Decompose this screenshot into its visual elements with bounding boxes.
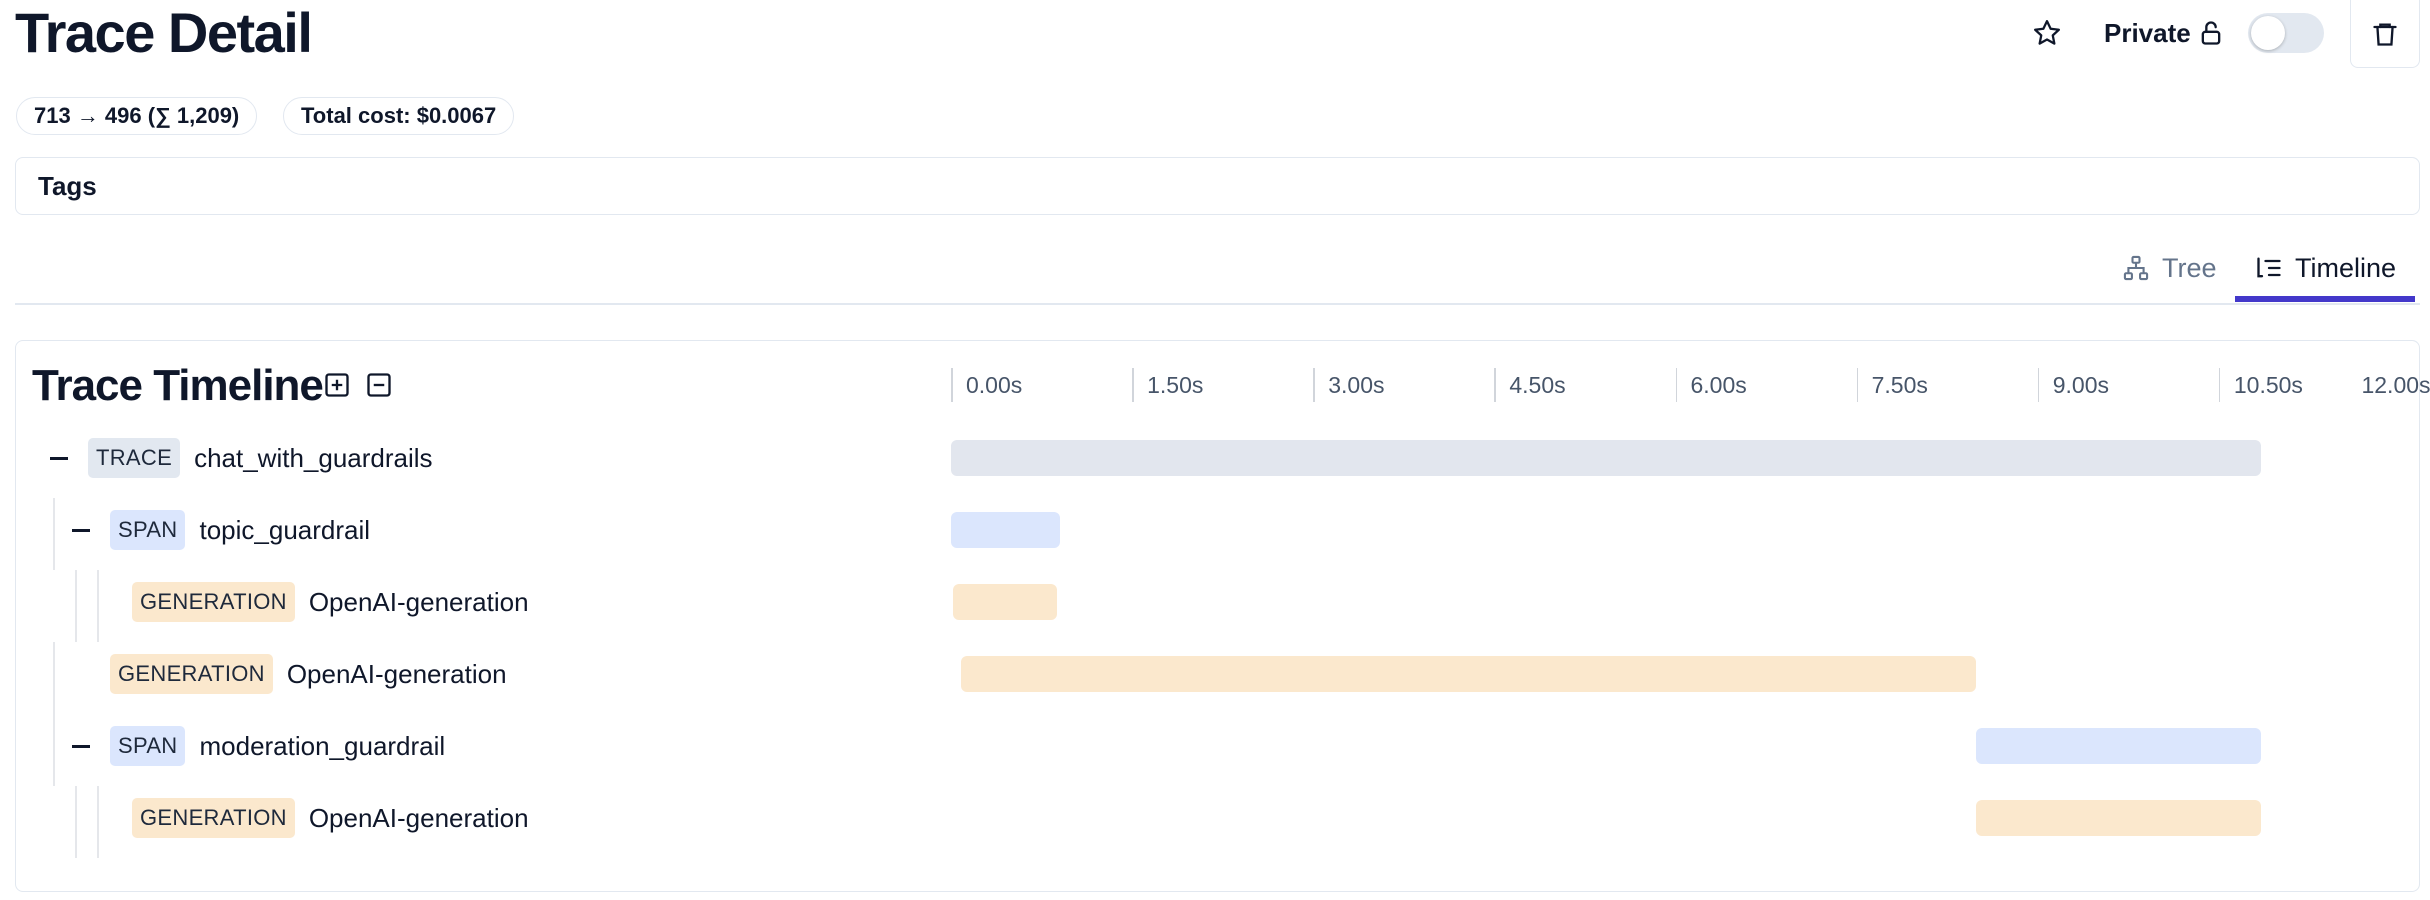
timeline-row-generation[interactable]: GENERATION OpenAI-generation xyxy=(94,582,529,622)
total-cost-badge: Total cost: $0.0067 xyxy=(283,97,515,135)
private-toggle[interactable] xyxy=(2248,13,2324,53)
private-toggle-knob xyxy=(2251,16,2285,50)
trash-icon xyxy=(2373,23,2397,46)
private-label: Private xyxy=(2104,18,2191,48)
expand-all-button[interactable] xyxy=(320,368,354,402)
row-name: moderation_guardrail xyxy=(199,730,446,761)
star-icon xyxy=(2034,20,2060,45)
tree-guide-line xyxy=(53,714,55,786)
timeline-bar-generation[interactable] xyxy=(960,656,1977,692)
axis-tick-label: 3.00s xyxy=(1328,372,1385,398)
timeline-row-span[interactable]: SPAN topic_guardrail xyxy=(72,510,370,550)
axis-tick-line xyxy=(1313,368,1315,402)
tags-label: Tags xyxy=(38,170,97,201)
lock-icon xyxy=(2196,16,2226,50)
timeline-bar-generation[interactable] xyxy=(1976,800,2262,836)
timeline-row-trace[interactable]: TRACE chat_with_guardrails xyxy=(50,438,433,478)
tree-guide-line xyxy=(75,786,77,858)
axis-tick-line xyxy=(1132,368,1134,402)
axis-tick-line xyxy=(1856,368,1859,402)
generation-badge: GENERATION xyxy=(132,582,295,622)
collapse-toggle[interactable] xyxy=(72,744,90,748)
collapse-all-button[interactable] xyxy=(362,368,396,402)
tabs-divider xyxy=(15,303,2420,305)
axis-tick-label: 9.00s xyxy=(2052,372,2110,398)
active-tab-indicator xyxy=(2235,296,2415,302)
axis-tick-label: 7.50s xyxy=(1871,372,1928,398)
axis-tick-line xyxy=(951,368,953,402)
axis-tick-label: 12.00s xyxy=(2361,372,2430,398)
collapse-toggle[interactable] xyxy=(50,456,68,460)
timeline-title: Trace Timeline xyxy=(32,361,324,410)
tags-section[interactable]: Tags xyxy=(15,157,2420,215)
star-button[interactable] xyxy=(2028,14,2066,52)
token-usage-badge: 713 → 496 (∑ 1,209) xyxy=(16,97,258,135)
timeline-row-generation[interactable]: GENERATION OpenAI-generation xyxy=(72,654,507,694)
tab-tree-label: Tree xyxy=(2162,252,2217,283)
tab-timeline-label: Timeline xyxy=(2295,252,2397,283)
plus-square-icon xyxy=(325,373,349,397)
tab-timeline[interactable]: Timeline xyxy=(2235,235,2416,301)
axis-tick-line xyxy=(1494,368,1496,402)
tree-guide-line xyxy=(53,642,55,714)
row-name: chat_with_guardrails xyxy=(194,442,433,473)
axis-tick-line xyxy=(2037,368,2040,402)
collapse-toggle[interactable] xyxy=(72,528,90,532)
tree-guide-line xyxy=(75,570,77,642)
axis-tick-label: 6.00s xyxy=(1690,372,1747,398)
trace-badge: TRACE xyxy=(88,438,181,478)
timeline-row-generation[interactable]: GENERATION OpenAI-generation xyxy=(94,798,529,838)
tree-guide-line xyxy=(53,498,55,570)
generation-badge: GENERATION xyxy=(132,798,295,838)
axis-tick-label: 1.50s xyxy=(1147,372,1204,398)
timeline-bar-span[interactable] xyxy=(951,512,1060,548)
timeline-bar-span[interactable] xyxy=(1976,728,2262,764)
span-badge: SPAN xyxy=(110,726,186,766)
timeline-row-span[interactable]: SPAN moderation_guardrail xyxy=(72,726,445,766)
row-name: OpenAI-generation xyxy=(308,586,529,617)
axis-tick-label: 0.00s xyxy=(966,372,1023,398)
timeline-icon xyxy=(2257,257,2281,278)
tree-icon xyxy=(2123,255,2149,281)
row-name: topic_guardrail xyxy=(199,514,371,545)
delete-button[interactable] xyxy=(2350,0,2420,68)
axis-tick-line xyxy=(2218,368,2221,402)
span-badge: SPAN xyxy=(110,510,186,550)
timeline-bar-trace[interactable] xyxy=(951,440,2262,476)
row-name: OpenAI-generation xyxy=(286,658,507,689)
page-title: Trace Detail xyxy=(15,1,313,64)
axis-tick-label: 10.50s xyxy=(2233,372,2303,398)
tab-tree[interactable]: Tree xyxy=(2102,235,2237,301)
timeline-bar-generation[interactable] xyxy=(953,584,1058,620)
axis-tick-label: 4.50s xyxy=(1509,372,1566,398)
axis-tick-line xyxy=(1675,368,1677,402)
minus-square-icon xyxy=(367,373,391,397)
row-name: OpenAI-generation xyxy=(308,802,529,833)
generation-badge: GENERATION xyxy=(110,654,273,694)
